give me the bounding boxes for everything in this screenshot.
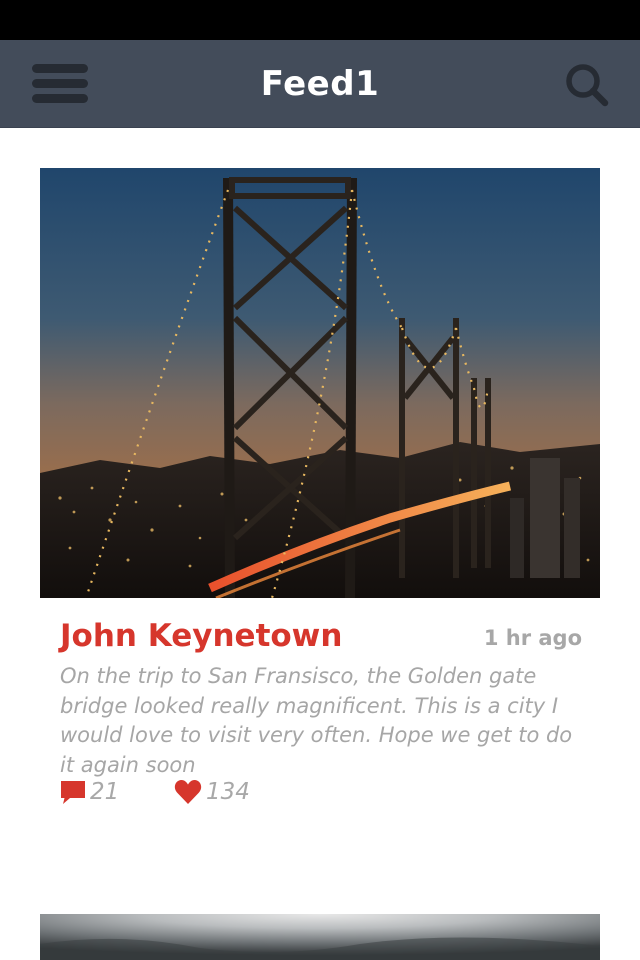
navigation-bar: Feed1 [0, 40, 640, 128]
post-timestamp: 1 hr ago [483, 626, 582, 650]
author-name[interactable]: John Keynetown [60, 618, 342, 654]
status-bar [0, 0, 640, 40]
next-post-photo[interactable] [40, 914, 600, 960]
comment-icon [61, 781, 85, 804]
post-caption: On the trip to San Fransisco, the Golden… [60, 664, 573, 777]
like-button[interactable]: 134 [174, 776, 250, 808]
next-post-photo-image [40, 914, 600, 960]
like-count: 134 [206, 779, 250, 805]
search-button[interactable] [562, 60, 612, 110]
post-photo[interactable] [40, 168, 600, 598]
search-icon [566, 64, 609, 107]
comment-count: 21 [90, 779, 120, 805]
comment-button[interactable]: 21 [60, 776, 119, 808]
menu-button[interactable] [32, 62, 88, 104]
heart-icon [174, 780, 202, 804]
page-title: Feed1 [260, 64, 380, 104]
hamburger-menu-icon [32, 64, 88, 73]
feed-post-card: John Keynetown 1 hr ago On the trip to S… [40, 168, 600, 805]
